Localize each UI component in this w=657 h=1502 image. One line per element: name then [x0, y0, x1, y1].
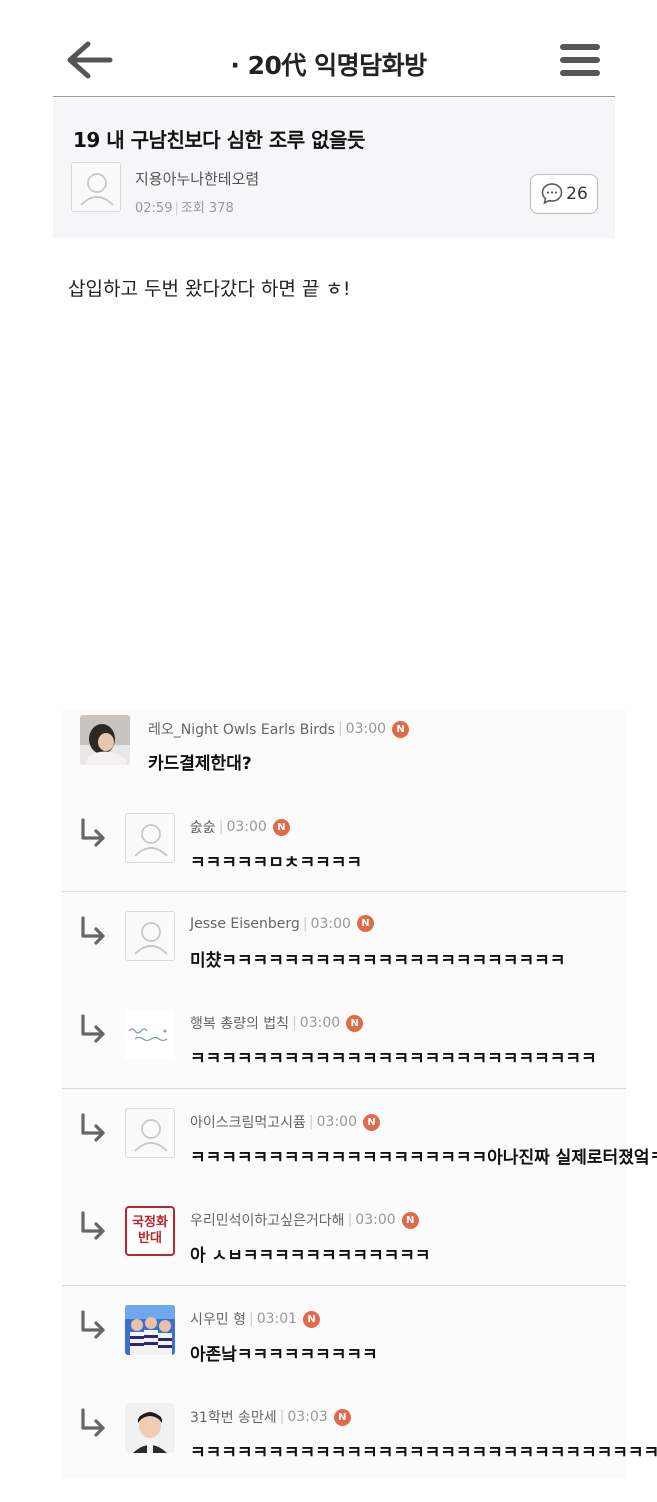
- comment-time: 03:00: [299, 1015, 341, 1031]
- comment-author-name[interactable]: 아이스크림먹고시퓸: [190, 1112, 306, 1132]
- post-body: 삽입하고 두번 왔다갔다 하면 끝 ㅎ!: [68, 278, 351, 300]
- comment-author-name[interactable]: 31학번 송만세: [190, 1407, 277, 1427]
- comment-author[interactable]: 31학번 송만세 | 03:03 N: [190, 1407, 351, 1427]
- meta-separator: |: [347, 1212, 353, 1228]
- default-user-icon[interactable]: [71, 162, 121, 212]
- comment-author-name[interactable]: 숤숤: [190, 817, 216, 837]
- stamp-icon[interactable]: 국정화 반대: [125, 1206, 175, 1256]
- post-time: 02:59: [135, 201, 173, 216]
- comment-author-name[interactable]: 행복 총량의 법칙: [190, 1013, 289, 1033]
- reply-arrow-icon: [78, 1112, 108, 1142]
- comment-author-name[interactable]: Jesse Eisenberg: [190, 916, 300, 932]
- comment-author-name[interactable]: 시우민 형: [190, 1309, 246, 1329]
- reply-arrow-icon: [78, 1013, 108, 1043]
- hamburger-menu-icon[interactable]: [558, 40, 602, 80]
- meta-separator: |: [174, 201, 179, 216]
- meta-separator: |: [218, 819, 224, 835]
- comment-count-button[interactable]: 26: [530, 174, 598, 214]
- post-author[interactable]: 지용아누나한테오렴: [135, 168, 259, 189]
- new-badge: N: [392, 720, 410, 738]
- comment-divider: [62, 1285, 626, 1286]
- comment-time: 03:01: [256, 1311, 298, 1327]
- comment-text: ㅋㅋㅋㅋㅋㅋㅋㅋㅋㅋㅋㅋㅋㅋㅋㅋㅋㅋㅋㅋㅋㅋㅋㅋㅋㅋ: [190, 1049, 597, 1069]
- reply-arrow-icon: [78, 1210, 108, 1240]
- photo-woman-icon[interactable]: [80, 715, 130, 765]
- comment-time: 03:00: [355, 1212, 396, 1228]
- speech-bubble-icon: [541, 183, 563, 205]
- comment-text: 아존낰ㅋㅋㅋㅋㅋㅋㅋㅋㅋ: [190, 1345, 378, 1365]
- reply-arrow-icon: [78, 817, 108, 847]
- comment-text: 미챴ㅋㅋㅋㅋㅋㅋㅋㅋㅋㅋㅋㅋㅋㅋㅋㅋㅋㅋㅋㅋㅋㅋ: [190, 951, 566, 971]
- new-badge: N: [363, 1113, 380, 1131]
- comment-divider: [62, 891, 626, 892]
- default-user-icon[interactable]: [125, 813, 175, 863]
- comment-author[interactable]: 레오_Night Owls Earls Birds | 03:00 N: [148, 719, 410, 739]
- comment-time: 03:00: [345, 721, 387, 737]
- stamp-text-line: 국정화: [132, 1215, 168, 1231]
- post-header: 19 내 구남친보다 심한 조루 없을듯 지용아누나한테오렴 02:59 | 조회 …: [53, 98, 615, 238]
- post-title: 19 내 구남친보다 심한 조루 없을듯: [73, 128, 365, 152]
- handwriting-logo-icon[interactable]: [125, 1009, 175, 1059]
- new-badge: N: [346, 1014, 364, 1032]
- new-badge: N: [272, 818, 290, 836]
- comment-time: 03:00: [316, 1114, 357, 1130]
- comment-list: 레오_Night Owls Earls Birds | 03:00 N 카드결제한대?…: [62, 709, 657, 1479]
- meta-separator: |: [308, 1114, 314, 1130]
- photo-child-icon[interactable]: [125, 1403, 175, 1453]
- reply-arrow-icon: [78, 1407, 108, 1437]
- comment-text: 카드결제한대?: [148, 754, 252, 774]
- photo-group-icon[interactable]: [125, 1305, 175, 1355]
- comment-time: 03:03: [287, 1409, 328, 1425]
- comment-author[interactable]: 시우민 형 | 03:01 N: [190, 1309, 321, 1329]
- new-badge: N: [303, 1310, 321, 1328]
- comment-author-name[interactable]: 레오_Night Owls Earls Birds: [148, 719, 335, 739]
- new-badge: N: [356, 915, 374, 932]
- comment-time: 03:00: [310, 915, 351, 932]
- reply-arrow-icon: [78, 915, 108, 945]
- default-user-icon[interactable]: [125, 1108, 175, 1158]
- comment-author[interactable]: 아이스크림먹고시퓸 | 03:00 N: [190, 1112, 380, 1132]
- default-user-icon[interactable]: [125, 911, 175, 961]
- comment-text: 아 ㅅㅂㅋㅋㅋㅋㅋㅋㅋㅋㅋㅋㅋㅋ: [190, 1246, 431, 1266]
- top-bar: · 20代 익명담화방: [0, 0, 657, 98]
- comment-text: ㅋㅋㅋㅋㅋㅋㅋㅋㅋㅋㅋㅋㅋㅋㅋㅋㅋㅋㅋㅋㅋㅋㅋㅋㅋㅋㅋㅋㅋㅋ: [190, 1443, 657, 1463]
- comment-count: 26: [566, 184, 588, 204]
- comment-divider: [62, 1088, 626, 1089]
- comment-text: ㅋㅋㅋㅋㅋㅁㅊㅋㅋㅋㅋ: [190, 853, 363, 873]
- new-badge: N: [333, 1408, 351, 1426]
- comment-author[interactable]: 우리민석이하고싶은거다해 | 03:00 N: [190, 1210, 419, 1230]
- comment-author-name[interactable]: 우리민석이하고싶은거다해: [190, 1210, 345, 1230]
- meta-separator: |: [302, 915, 308, 932]
- meta-separator: |: [248, 1311, 254, 1327]
- post-views: 조회 378: [180, 201, 234, 216]
- post-meta: 02:59 | 조회 378: [135, 197, 234, 216]
- comment-time: 03:00: [226, 819, 267, 835]
- comment-text: ㅋㅋㅋㅋㅋㅋㅋㅋㅋㅋㅋㅋㅋㅋㅋㅋㅋㅋㅋ아나진짜 실제로터졌엌ㅋ: [190, 1148, 657, 1168]
- comment-author[interactable]: Jesse Eisenberg | 03:00 N: [190, 915, 374, 932]
- reply-arrow-icon: [78, 1309, 108, 1339]
- meta-separator: |: [292, 1015, 297, 1031]
- comment-author[interactable]: 행복 총량의 법칙 | 03:00 N: [190, 1013, 364, 1033]
- new-badge: N: [401, 1211, 419, 1229]
- comment-author[interactable]: 숤숤 | 03:00 N: [190, 817, 290, 837]
- stamp-text-line: 반대: [138, 1231, 162, 1246]
- header-divider: [53, 96, 615, 97]
- meta-separator: |: [337, 721, 343, 737]
- meta-separator: |: [279, 1409, 285, 1425]
